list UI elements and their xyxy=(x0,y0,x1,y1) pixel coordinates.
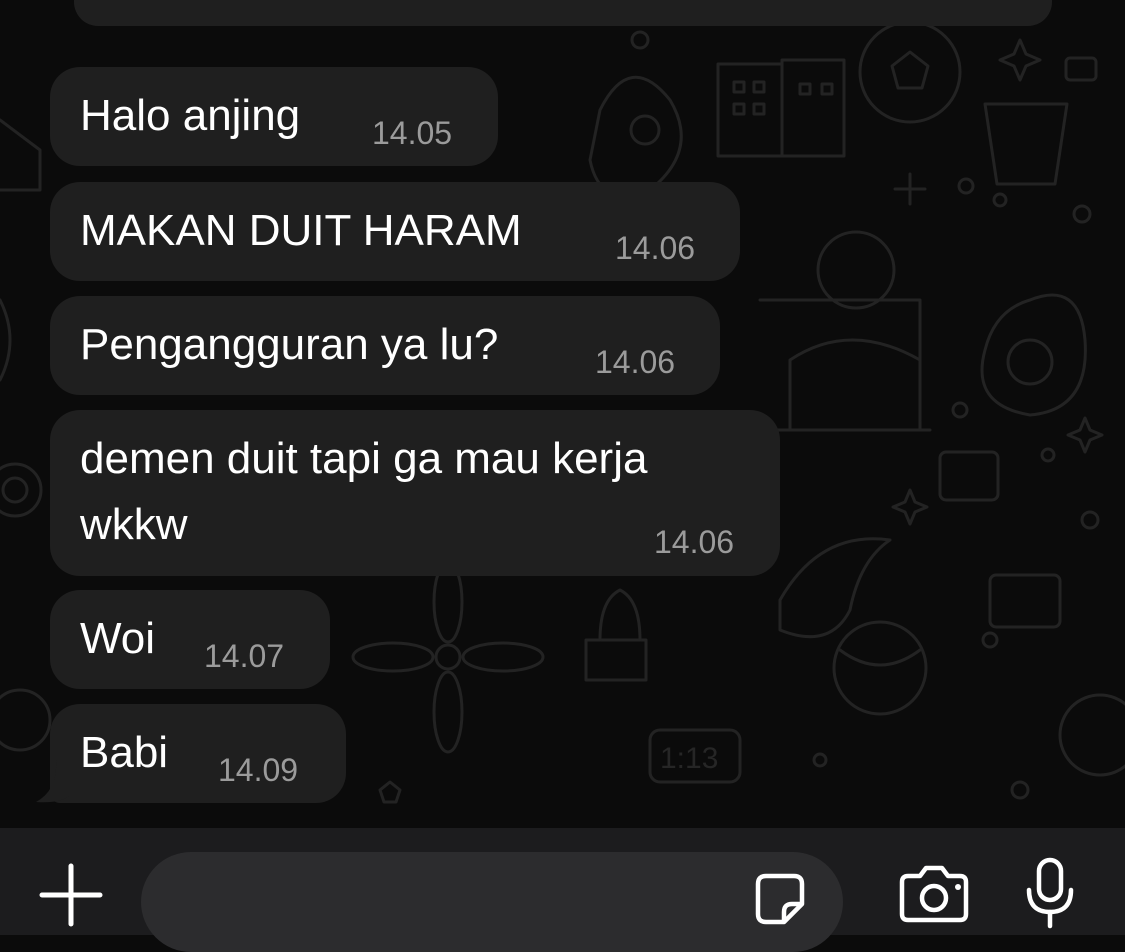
message-bubble[interactable]: Halo anjing 14.05 xyxy=(50,67,498,166)
plus-icon[interactable] xyxy=(36,860,106,930)
message-time: 14.06 xyxy=(654,524,735,560)
svg-text:1:13: 1:13 xyxy=(660,742,718,775)
message-text: MAKAN DUIT HARAM xyxy=(80,206,522,255)
message-time: 14.06 xyxy=(595,344,676,380)
message-text-line2: wkkw xyxy=(80,500,188,549)
previous-message-bubble xyxy=(74,0,1052,26)
message-bubble[interactable]: Babi 14.09 xyxy=(50,704,346,803)
message-text: Halo anjing xyxy=(80,91,301,140)
message-text: Pengangguran ya lu? xyxy=(80,320,499,369)
message-time: 14.06 xyxy=(615,230,696,266)
sticker-icon[interactable] xyxy=(748,866,812,930)
bubble-tail xyxy=(36,760,74,803)
microphone-icon[interactable] xyxy=(1022,856,1078,932)
message-input[interactable] xyxy=(141,852,843,952)
message-bubble[interactable]: Pengangguran ya lu? 14.06 xyxy=(50,296,720,395)
message-time: 14.05 xyxy=(372,115,453,151)
message-time: 14.07 xyxy=(204,638,285,674)
camera-icon[interactable] xyxy=(896,860,972,930)
chat-background: 1:13 Halo anjing 14.05 MAKAN DUIT HARAM … xyxy=(0,0,1125,828)
message-bubble[interactable]: MAKAN DUIT HARAM 14.06 xyxy=(50,182,740,281)
message-text: demen duit tapi ga mau kerja xyxy=(80,434,648,483)
message-bubble[interactable]: Woi 14.07 xyxy=(50,590,330,689)
message-text: Babi xyxy=(80,728,169,777)
message-time: 14.09 xyxy=(218,752,299,788)
message-bubble[interactable]: demen duit tapi ga mau kerja wkkw 14.06 xyxy=(50,410,780,576)
message-text: Woi xyxy=(80,614,155,663)
